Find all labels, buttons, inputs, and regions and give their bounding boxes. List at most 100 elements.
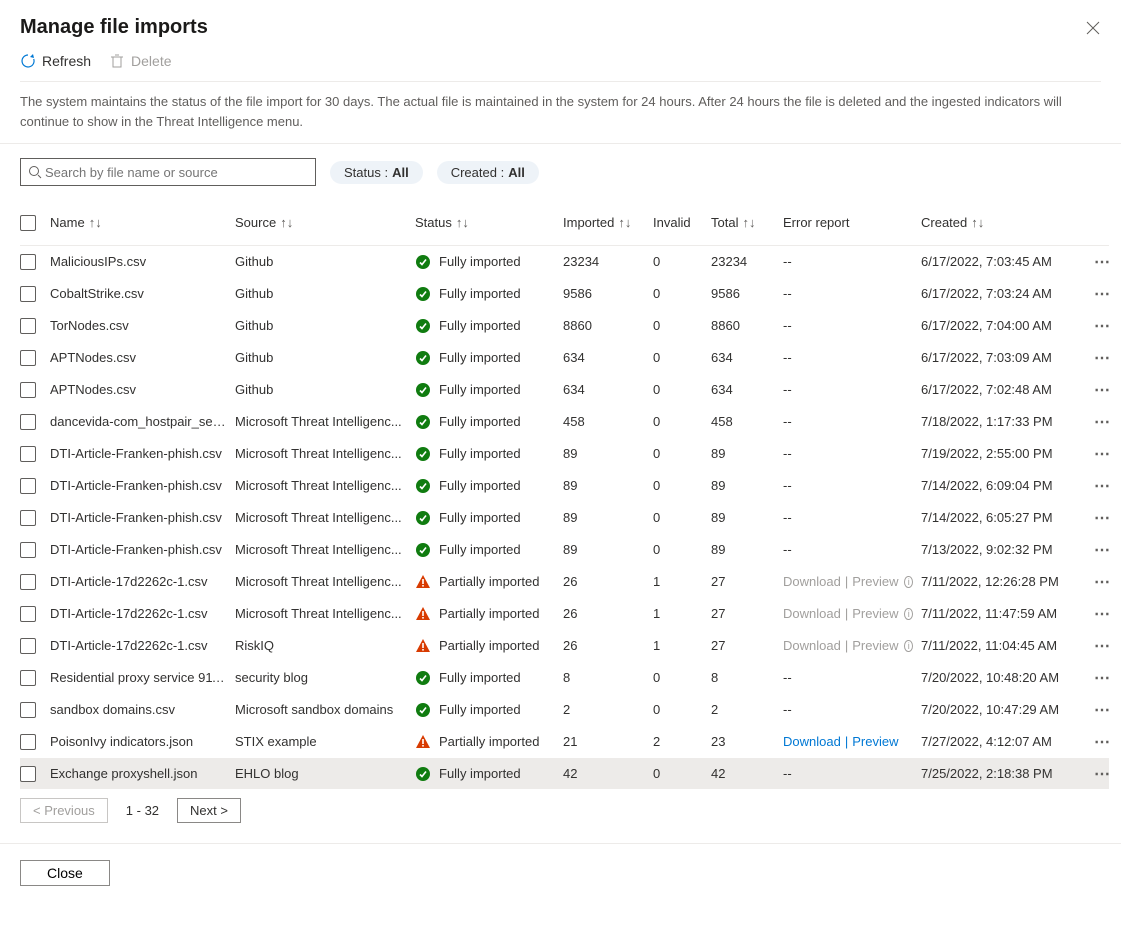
cell-source: Microsoft sandbox domains — [235, 702, 415, 717]
filter-created[interactable]: Created : All — [437, 161, 539, 184]
refresh-label: Refresh — [42, 53, 91, 69]
table-row[interactable]: DTI-Article-Franken-phish.csvMicrosoft T… — [20, 470, 1109, 502]
row-checkbox[interactable] — [20, 542, 36, 558]
row-actions-menu[interactable]: ⋯ — [1085, 316, 1109, 336]
cell-created: 6/17/2022, 7:02:48 AM — [921, 382, 1085, 397]
row-actions-menu[interactable]: ⋯ — [1085, 604, 1109, 624]
error-none: -- — [783, 510, 800, 525]
cell-created: 7/14/2022, 6:09:04 PM — [921, 478, 1085, 493]
table-header: Name↑↓ Source↑↓ Status↑↓ Imported↑↓ Inva… — [20, 200, 1109, 246]
table-row[interactable]: APTNodes.csvGithubFully imported6340634-… — [20, 342, 1109, 374]
row-checkbox[interactable] — [20, 446, 36, 462]
search-input[interactable] — [43, 164, 309, 181]
row-checkbox[interactable] — [20, 286, 36, 302]
table-row[interactable]: MaliciousIPs.csvGithubFully imported2323… — [20, 246, 1109, 278]
row-actions-menu[interactable]: ⋯ — [1085, 700, 1109, 720]
error-report-links[interactable]: Download | Preview — [783, 734, 913, 749]
row-checkbox[interactable] — [20, 702, 36, 718]
error-report-links: Download | Previewi — [783, 574, 913, 589]
row-actions-menu[interactable]: ⋯ — [1085, 444, 1109, 464]
table-row[interactable]: TorNodes.csvGithubFully imported88600886… — [20, 310, 1109, 342]
row-actions-menu[interactable]: ⋯ — [1085, 284, 1109, 304]
row-checkbox[interactable] — [20, 670, 36, 686]
cell-source: Github — [235, 382, 415, 397]
row-checkbox[interactable] — [20, 318, 36, 334]
cell-name: APTNodes.csv — [50, 382, 235, 397]
cell-total: 89 — [711, 510, 783, 525]
cell-invalid: 2 — [653, 734, 711, 749]
row-checkbox[interactable] — [20, 350, 36, 366]
row-actions-menu[interactable]: ⋯ — [1085, 508, 1109, 528]
close-icon[interactable] — [1085, 20, 1101, 36]
col-status[interactable]: Status↑↓ — [415, 215, 563, 230]
table-row[interactable]: Residential proxy service 911....securit… — [20, 662, 1109, 694]
table-row[interactable]: DTI-Article-17d2262c-1.csvRiskIQPartiall… — [20, 630, 1109, 662]
table-row[interactable]: sandbox domains.csvMicrosoft sandbox dom… — [20, 694, 1109, 726]
table-row[interactable]: DTI-Article-Franken-phish.csvMicrosoft T… — [20, 502, 1109, 534]
table-row[interactable]: APTNodes.csvGithubFully imported6340634-… — [20, 374, 1109, 406]
cell-name: dancevida-com_hostpair_sen... — [50, 414, 235, 429]
cell-name: DTI-Article-Franken-phish.csv — [50, 478, 235, 493]
cell-created: 7/11/2022, 11:04:45 AM — [921, 638, 1085, 653]
col-imported[interactable]: Imported↑↓ — [563, 215, 653, 230]
table-row[interactable]: PoisonIvy indicators.jsonSTIX examplePar… — [20, 726, 1109, 758]
col-invalid[interactable]: Invalid — [653, 215, 711, 230]
row-actions-menu[interactable]: ⋯ — [1085, 732, 1109, 752]
cell-invalid: 1 — [653, 606, 711, 621]
row-checkbox[interactable] — [20, 734, 36, 750]
row-checkbox[interactable] — [20, 254, 36, 270]
table-row[interactable]: Exchange proxyshell.jsonEHLO blogFully i… — [20, 758, 1109, 790]
select-all-checkbox[interactable] — [20, 215, 36, 231]
error-none: -- — [783, 542, 800, 557]
col-total[interactable]: Total↑↓ — [711, 215, 783, 230]
row-actions-menu[interactable]: ⋯ — [1085, 540, 1109, 560]
table-row[interactable]: DTI-Article-Franken-phish.csvMicrosoft T… — [20, 438, 1109, 470]
cell-source: Github — [235, 254, 415, 269]
row-checkbox[interactable] — [20, 638, 36, 654]
row-actions-menu[interactable]: ⋯ — [1085, 252, 1109, 272]
col-source[interactable]: Source↑↓ — [235, 215, 415, 230]
next-button[interactable]: Next > — [177, 798, 241, 823]
table-row[interactable]: DTI-Article-17d2262c-1.csvMicrosoft Thre… — [20, 598, 1109, 630]
filter-status[interactable]: Status : All — [330, 161, 423, 184]
table-row[interactable]: DTI-Article-17d2262c-1.csvMicrosoft Thre… — [20, 566, 1109, 598]
cell-imported: 8860 — [563, 318, 653, 333]
cell-imported: 634 — [563, 350, 653, 365]
row-checkbox[interactable] — [20, 478, 36, 494]
cell-source: Github — [235, 286, 415, 301]
row-actions-menu[interactable]: ⋯ — [1085, 380, 1109, 400]
close-button[interactable]: Close — [20, 860, 110, 886]
cell-source: Microsoft Threat Intelligenc... — [235, 574, 415, 589]
refresh-button[interactable]: Refresh — [20, 53, 91, 69]
table-row[interactable]: DTI-Article-Franken-phish.csvMicrosoft T… — [20, 534, 1109, 566]
table-row[interactable]: dancevida-com_hostpair_sen...Microsoft T… — [20, 406, 1109, 438]
info-icon: i — [904, 576, 913, 588]
cell-invalid: 0 — [653, 766, 711, 781]
cell-total: 634 — [711, 350, 783, 365]
cell-invalid: 0 — [653, 670, 711, 685]
prev-button[interactable]: < Previous — [20, 798, 108, 823]
cell-invalid: 1 — [653, 574, 711, 589]
description-text: The system maintains the status of the f… — [0, 92, 1121, 143]
row-checkbox[interactable] — [20, 510, 36, 526]
row-actions-menu[interactable]: ⋯ — [1085, 764, 1109, 784]
col-name[interactable]: Name↑↓ — [50, 215, 235, 230]
row-actions-menu[interactable]: ⋯ — [1085, 636, 1109, 656]
cell-total: 9586 — [711, 286, 783, 301]
row-checkbox[interactable] — [20, 766, 36, 782]
delete-button[interactable]: Delete — [109, 53, 171, 69]
col-created[interactable]: Created↑↓ — [921, 215, 1085, 230]
row-actions-menu[interactable]: ⋯ — [1085, 668, 1109, 688]
error-none: -- — [783, 446, 800, 461]
col-error-report[interactable]: Error report — [783, 215, 921, 230]
row-actions-menu[interactable]: ⋯ — [1085, 572, 1109, 592]
row-checkbox[interactable] — [20, 414, 36, 430]
search-input-wrap[interactable] — [20, 158, 316, 186]
row-actions-menu[interactable]: ⋯ — [1085, 412, 1109, 432]
row-actions-menu[interactable]: ⋯ — [1085, 348, 1109, 368]
table-row[interactable]: CobaltStrike.csvGithubFully imported9586… — [20, 278, 1109, 310]
row-checkbox[interactable] — [20, 574, 36, 590]
row-actions-menu[interactable]: ⋯ — [1085, 476, 1109, 496]
row-checkbox[interactable] — [20, 382, 36, 398]
row-checkbox[interactable] — [20, 606, 36, 622]
